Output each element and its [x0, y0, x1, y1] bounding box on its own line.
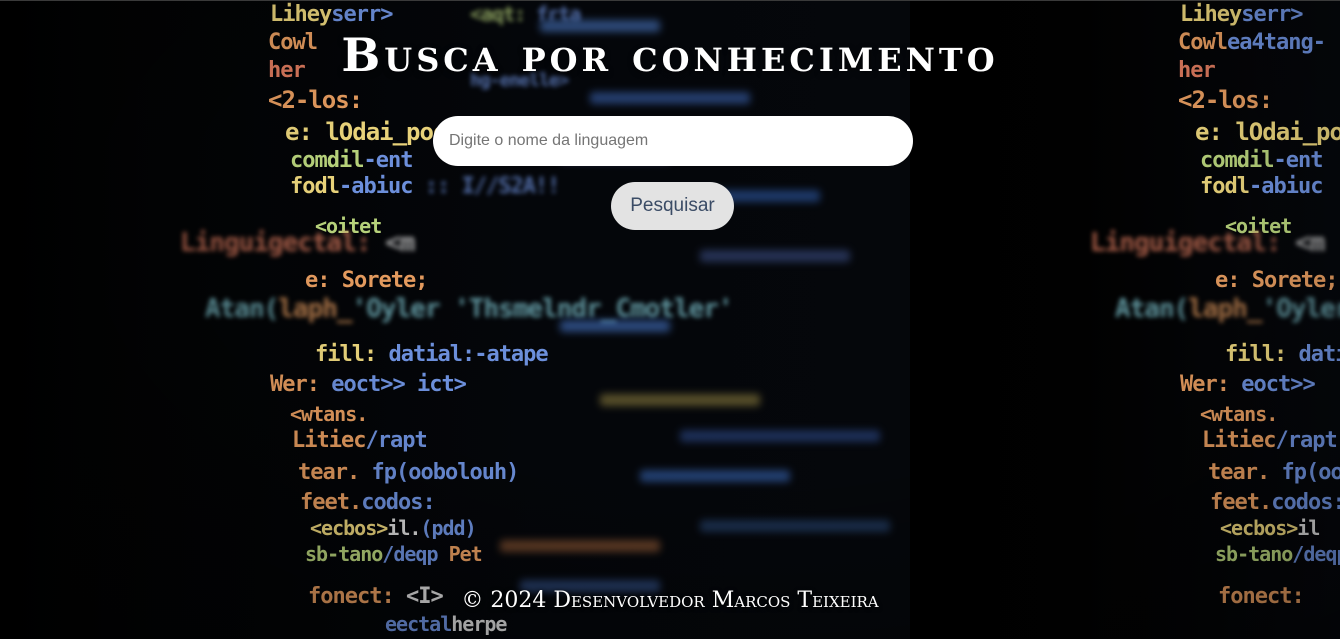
- page-title: Busca por conhecimento: [341, 28, 999, 82]
- code-background-image: Liheyserr> Cowl her <aqt: frta hg-enelle…: [0, 0, 1340, 639]
- search-button[interactable]: Pesquisar: [611, 182, 734, 230]
- top-border: [0, 0, 1340, 1]
- footer-copyright: © 2024 Desenvolvedor Marcos Teixeira: [461, 588, 879, 613]
- background-strip-repeat: Liheyserr> Cowlea4tang- her <2-los: e: l…: [910, 0, 1340, 639]
- background-strip-main: Liheyserr> Cowl her <aqt: frta hg-enelle…: [0, 0, 910, 639]
- search-input[interactable]: [433, 116, 913, 166]
